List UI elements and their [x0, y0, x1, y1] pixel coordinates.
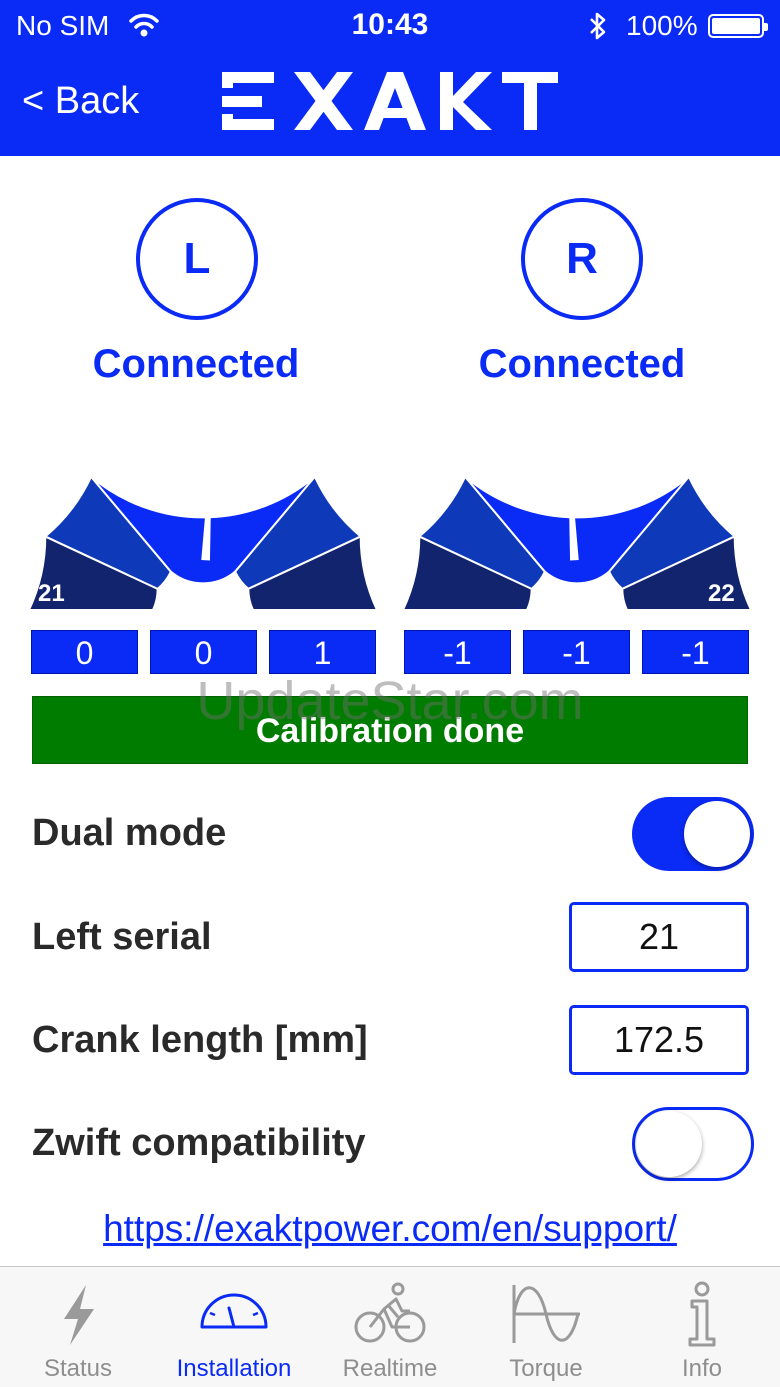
right-value-box-1: -1 — [404, 630, 511, 674]
app-header: No SIM 10:43 100% < Back — [0, 0, 780, 156]
tab-label: Info — [681, 1355, 723, 1382]
left-serial-input[interactable]: 21 — [569, 902, 749, 972]
back-button[interactable]: < Back — [22, 80, 139, 123]
left-sensor-circle: L — [136, 198, 258, 320]
tab-installation[interactable]: Installation — [156, 1267, 312, 1387]
crank-length-input[interactable]: 172.5 — [569, 1005, 749, 1075]
tab-label: Installation — [176, 1355, 292, 1382]
right-value-box-2: -1 — [523, 630, 630, 674]
tab-bar: Status Installation Realtime Torque Info — [0, 1266, 780, 1387]
left-value-box-3: 1 — [269, 630, 376, 674]
exakt-logo — [222, 72, 558, 130]
dual-mode-toggle[interactable] — [632, 797, 754, 871]
battery-icon — [708, 14, 768, 38]
tab-status[interactable]: Status — [0, 1267, 156, 1387]
right-value-box-3: -1 — [642, 630, 749, 674]
crank-length-label: Crank length [mm] — [32, 1019, 368, 1061]
watermark: UpdateStar.com — [196, 671, 584, 731]
gauge-icon — [200, 1293, 268, 1329]
tab-realtime[interactable]: Realtime — [312, 1267, 468, 1387]
right-sensor-status: Connected — [478, 342, 686, 386]
battery-percent: 100% — [626, 10, 698, 41]
status-bar: No SIM 10:43 100% — [0, 0, 780, 52]
left-gauge-value: 21 — [38, 580, 65, 607]
tab-torque[interactable]: Torque — [468, 1267, 624, 1387]
zwift-compatibility-label: Zwift compatibility — [32, 1122, 366, 1164]
wave-icon — [512, 1285, 580, 1343]
toggle-knob — [684, 801, 750, 867]
lightning-icon — [64, 1285, 94, 1345]
left-serial-label: Left serial — [32, 916, 212, 958]
tab-info[interactable]: Info — [624, 1267, 780, 1387]
info-icon — [688, 1281, 716, 1347]
left-gauge — [28, 434, 378, 611]
cyclist-icon — [354, 1282, 426, 1343]
left-value-box-2: 0 — [150, 630, 257, 674]
left-sensor-status: Connected — [92, 342, 300, 386]
right-gauge — [402, 434, 752, 611]
zwift-compatibility-toggle[interactable] — [632, 1107, 754, 1181]
tab-label: Torque — [509, 1355, 583, 1382]
right-sensor-circle: R — [521, 198, 643, 320]
tab-label: Realtime — [342, 1355, 438, 1382]
tab-label: Status — [43, 1355, 113, 1382]
right-gauge-value: 22 — [708, 580, 735, 607]
bluetooth-icon — [590, 12, 606, 40]
left-value-box-1: 0 — [31, 630, 138, 674]
dual-mode-label: Dual mode — [32, 812, 227, 854]
support-link[interactable]: https://exaktpower.com/en/support/ — [0, 1208, 780, 1250]
toggle-knob — [636, 1111, 702, 1177]
